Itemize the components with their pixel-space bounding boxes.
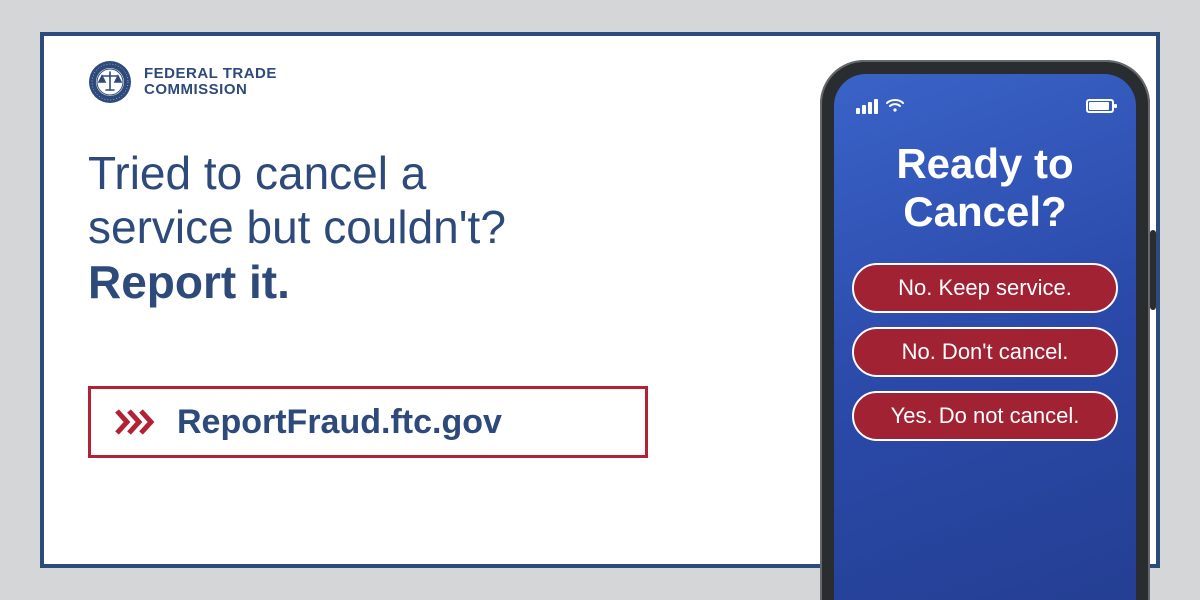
report-fraud-link[interactable]: ReportFraud.ftc.gov [88, 386, 648, 458]
phone-title-line2: Cancel? [903, 188, 1066, 235]
cta-url-text: ReportFraud.ftc.gov [177, 403, 502, 442]
headline: Tried to cancel a service but couldn't? … [88, 146, 708, 309]
cancel-options: No. Keep service. No. Don't cancel. Yes.… [852, 263, 1118, 441]
phone-screen: Ready to Cancel? No. Keep service. No. D… [834, 74, 1136, 600]
status-left [856, 99, 904, 114]
phone-title-line1: Ready to [896, 140, 1073, 187]
wifi-icon [886, 99, 904, 113]
org-name: FEDERAL TRADE COMMISSION [144, 66, 277, 99]
headline-line2: service but couldn't? [88, 201, 506, 253]
ftc-seal-icon [88, 60, 132, 104]
option-label: No. Don't cancel. [902, 339, 1069, 365]
battery-icon [1086, 99, 1114, 113]
option-label: Yes. Do not cancel. [891, 403, 1080, 429]
phone-prompt-title: Ready to Cancel? [852, 140, 1118, 237]
option-do-not-cancel[interactable]: Yes. Do not cancel. [852, 391, 1118, 441]
option-dont-cancel[interactable]: No. Don't cancel. [852, 327, 1118, 377]
option-label: No. Keep service. [898, 275, 1072, 301]
headline-line1: Tried to cancel a [88, 147, 426, 199]
org-name-line2: COMMISSION [144, 82, 277, 99]
headline-bold: Report it. [88, 256, 290, 308]
phone-status-bar [852, 94, 1118, 118]
org-name-line1: FEDERAL TRADE [144, 66, 277, 83]
signal-bars-icon [856, 99, 878, 114]
chevron-right-icon [115, 409, 161, 435]
org-lockup: FEDERAL TRADE COMMISSION [88, 60, 277, 104]
option-keep-service[interactable]: No. Keep service. [852, 263, 1118, 313]
phone-mockup: Ready to Cancel? No. Keep service. No. D… [820, 60, 1150, 600]
